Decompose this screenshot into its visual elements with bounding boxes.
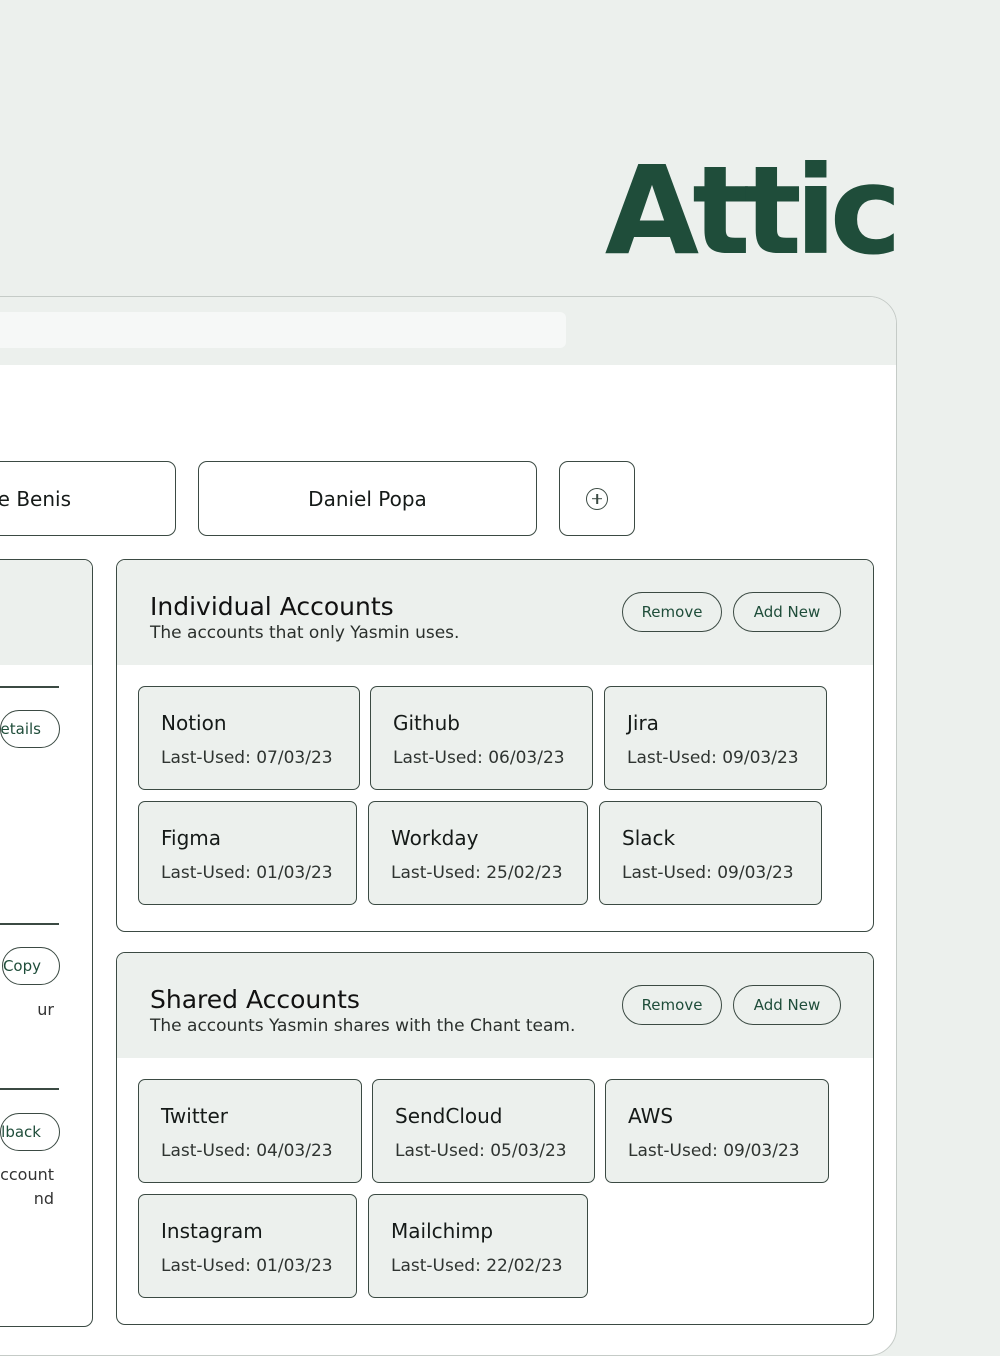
- account-name: Notion: [161, 711, 227, 735]
- account-card-github[interactable]: Github Last-Used: 06/03/23: [370, 686, 593, 790]
- account-name: SendCloud: [395, 1104, 503, 1128]
- account-card-sendcloud[interactable]: SendCloud Last-Used: 05/03/23: [372, 1079, 595, 1183]
- account-card-mailchimp[interactable]: Mailchimp Last-Used: 22/02/23: [368, 1194, 588, 1298]
- account-last-used: Last-Used: 01/03/23: [161, 863, 333, 883]
- divider: [0, 686, 59, 688]
- section-title: Shared Accounts: [150, 985, 360, 1014]
- app-window: in e Benis Daniel Popa etails Copy ur lb…: [0, 296, 897, 1356]
- user-details-panel: etails Copy ur lback ccount nd: [0, 559, 93, 1327]
- account-last-used: Last-Used: 22/02/23: [391, 1256, 563, 1276]
- account-card-jira[interactable]: Jira Last-Used: 09/03/23: [604, 686, 827, 790]
- account-last-used: Last-Used: 04/03/23: [161, 1141, 333, 1161]
- add-person-button[interactable]: [559, 461, 635, 536]
- account-last-used: Last-Used: 09/03/23: [627, 748, 799, 768]
- account-last-used: Last-Used: 25/02/23: [391, 863, 563, 883]
- section-subtitle: The accounts that only Yasmin uses.: [150, 623, 460, 643]
- account-card-figma[interactable]: Figma Last-Used: 01/03/23: [138, 801, 357, 905]
- account-name: Jira: [627, 711, 659, 735]
- attic-logo: Attic: [604, 140, 902, 282]
- account-name: Mailchimp: [391, 1219, 494, 1243]
- account-last-used: Last-Used: 09/03/23: [628, 1141, 800, 1161]
- account-name: AWS: [628, 1104, 674, 1128]
- account-card-workday[interactable]: Workday Last-Used: 25/02/23: [368, 801, 588, 905]
- browser-titlebar: [0, 297, 896, 365]
- panel-header: [0, 560, 92, 665]
- address-bar[interactable]: [0, 312, 566, 348]
- remove-button[interactable]: Remove: [622, 985, 722, 1025]
- account-card-slack[interactable]: Slack Last-Used: 09/03/23: [599, 801, 822, 905]
- add-new-button[interactable]: Add New: [733, 592, 841, 632]
- remove-button[interactable]: Remove: [622, 592, 722, 632]
- account-name: Slack: [622, 826, 676, 850]
- person-tab-daniel-popa[interactable]: Daniel Popa: [198, 461, 537, 536]
- account-last-used: Last-Used: 07/03/23: [161, 748, 333, 768]
- individual-accounts-section: Individual Accounts The accounts that on…: [116, 559, 874, 932]
- add-new-button[interactable]: Add New: [733, 985, 841, 1025]
- person-tab-label: Daniel Popa: [308, 486, 427, 511]
- copy-button[interactable]: Copy: [1, 947, 60, 985]
- account-last-used: Last-Used: 06/03/23: [393, 748, 565, 768]
- account-card-notion[interactable]: Notion Last-Used: 07/03/23: [138, 686, 360, 790]
- copy-description: ur: [37, 1000, 54, 1019]
- account-last-used: Last-Used: 01/03/23: [161, 1256, 333, 1276]
- plus-circle-icon: [586, 487, 608, 510]
- account-name: Twitter: [161, 1104, 229, 1128]
- divider: [0, 1088, 59, 1090]
- feedback-description-line2: nd: [33, 1189, 54, 1208]
- section-title: Individual Accounts: [150, 592, 394, 621]
- feedback-button[interactable]: lback: [0, 1113, 60, 1151]
- account-name: Figma: [161, 826, 222, 850]
- account-name: Instagram: [161, 1219, 263, 1243]
- account-name: Github: [393, 711, 460, 735]
- divider: [0, 923, 59, 925]
- person-tab[interactable]: e Benis: [0, 461, 176, 536]
- account-card-instagram[interactable]: Instagram Last-Used: 01/03/23: [138, 1194, 357, 1298]
- shared-accounts-section: Shared Accounts The accounts Yasmin shar…: [116, 952, 874, 1325]
- account-card-twitter[interactable]: Twitter Last-Used: 04/03/23: [138, 1079, 362, 1183]
- section-header: Individual Accounts The accounts that on…: [117, 560, 873, 665]
- account-card-aws[interactable]: AWS Last-Used: 09/03/23: [605, 1079, 829, 1183]
- person-tab-label: e Benis: [0, 486, 71, 511]
- details-button[interactable]: etails: [0, 710, 60, 748]
- feedback-description-line1: ccount: [0, 1165, 54, 1184]
- account-last-used: Last-Used: 09/03/23: [622, 863, 794, 883]
- account-last-used: Last-Used: 05/03/23: [395, 1141, 567, 1161]
- account-name: Workday: [391, 826, 479, 850]
- section-header: Shared Accounts The accounts Yasmin shar…: [117, 953, 873, 1058]
- section-subtitle: The accounts Yasmin shares with the Chan…: [150, 1016, 576, 1036]
